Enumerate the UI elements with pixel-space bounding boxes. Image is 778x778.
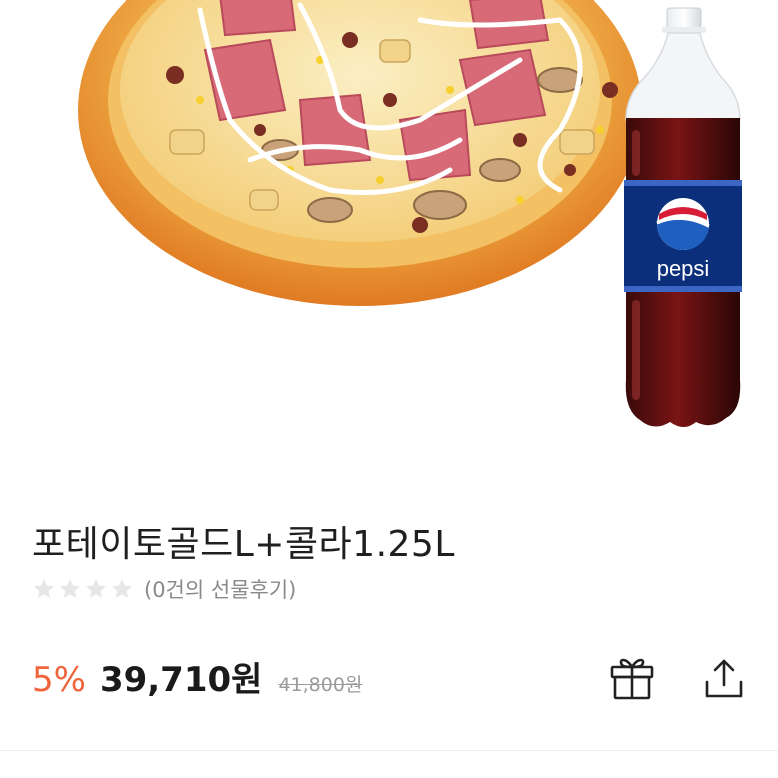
star-icon	[86, 579, 106, 598]
star-icon	[60, 579, 80, 598]
divider	[0, 750, 778, 751]
star-icon	[112, 579, 132, 598]
share-icon	[705, 659, 743, 698]
share-button[interactable]	[698, 652, 750, 704]
star-icon	[34, 579, 54, 598]
product-image: pepsi	[0, 0, 778, 478]
product-title: 포테이토골드L+콜라1.25L	[32, 524, 455, 565]
cola-bottle-image: pepsi	[624, 7, 742, 427]
gift-button[interactable]	[606, 652, 658, 704]
price-row: 5% 39,710원 41,800원	[32, 652, 362, 702]
pepsi-logo-text: pepsi	[657, 256, 710, 281]
original-price: 41,800원	[278, 674, 363, 696]
rating-row[interactable]: (0건의 선물후기)	[32, 574, 296, 604]
sale-price: 39,710원	[99, 660, 263, 700]
gift-icon	[610, 658, 654, 700]
review-count[interactable]: (0건의 선물후기)	[144, 574, 296, 604]
discount-rate: 5%	[32, 660, 86, 700]
star-rating	[32, 577, 134, 601]
pizza-image	[78, 0, 642, 306]
